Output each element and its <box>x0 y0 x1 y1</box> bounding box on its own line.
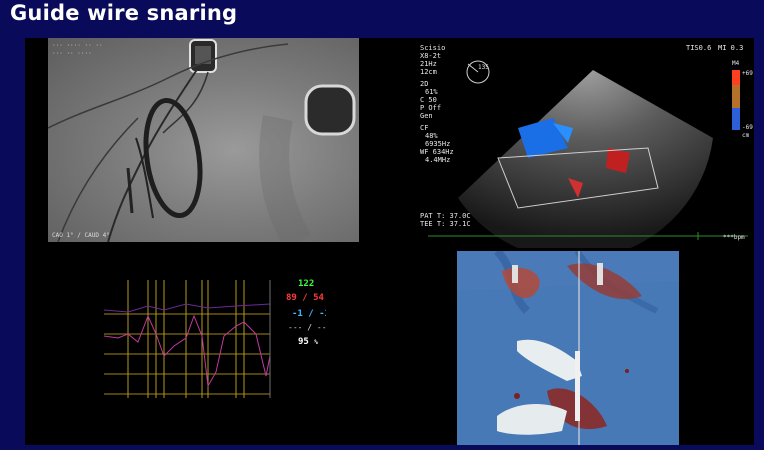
fluoroscopy-image: ··· ···· ·· ·· ··· ·· ···· CAO 1° / CAUD… <box>48 38 359 242</box>
spo2-number: 95 <box>298 337 309 347</box>
echo-mi: MI 0.3 <box>718 44 744 52</box>
blood-pressure-value: 89 / 54 <box>286 293 324 303</box>
echo-mode-2d: 2D <box>420 80 429 88</box>
echo-depth: 12cm <box>420 68 437 76</box>
echo-gen: Gen <box>420 112 433 120</box>
echo-wf: WF 634Hz <box>420 148 454 156</box>
echo-compress: C 50 <box>420 96 437 104</box>
echo-bpm: ***bpm <box>723 234 745 241</box>
echo-scale-max: +69 <box>742 70 753 77</box>
echo-angle: 135 <box>478 64 489 71</box>
cvp-value: -1 / -1 <box>292 309 326 319</box>
echo-preset: Scisio <box>420 44 446 52</box>
fluoro-projection: CAO 1° / CAUD 4° <box>52 232 110 239</box>
echo-gain-2d: 61% <box>425 88 438 96</box>
echo-tis: TIS0.6 <box>686 44 712 52</box>
echo-probe: X8-2t <box>420 52 442 60</box>
heart-rate-value: 122 <box>298 279 315 289</box>
slide-title: Guide wire snaring <box>10 1 238 25</box>
tee-echo-image: Scisio X8-2t 21Hz 12cm 2D 61% C 50 P Off… <box>368 38 754 248</box>
spo2-value: 95 % <box>298 338 318 347</box>
spo2-unit: % <box>314 339 318 346</box>
pressure-3-value: --- / --- <box>288 323 326 332</box>
echo-scale-unit: cm <box>742 132 750 139</box>
echo-cf-freq: 6935Hz <box>425 140 451 148</box>
echo-scale-top: M4 <box>732 60 740 67</box>
echo-framerate: 21Hz <box>420 60 437 68</box>
fluoro-timestamp: ··· ···· ·· ·· ··· ·· ···· <box>52 42 103 57</box>
echo-pat-temp: PAT T: 37.0C <box>420 212 471 220</box>
echo-persist: P Off <box>420 104 442 112</box>
video-stage: ··· ···· ·· ·· ··· ·· ···· CAO 1° / CAUD… <box>25 38 754 445</box>
echo-cf-mhz: 4.4MHz <box>425 156 451 164</box>
hemodynamic-monitor: 122 89 / 54 -1 / -1 --- / --- 95 % <box>98 276 326 413</box>
operative-photo <box>457 251 679 445</box>
echo-cf-gain: 48% <box>425 132 438 140</box>
echo-tee-temp: TEE T: 37.1C <box>420 220 471 228</box>
echo-cf: CF <box>420 124 429 132</box>
echo-scale-min: -69 <box>742 124 753 131</box>
